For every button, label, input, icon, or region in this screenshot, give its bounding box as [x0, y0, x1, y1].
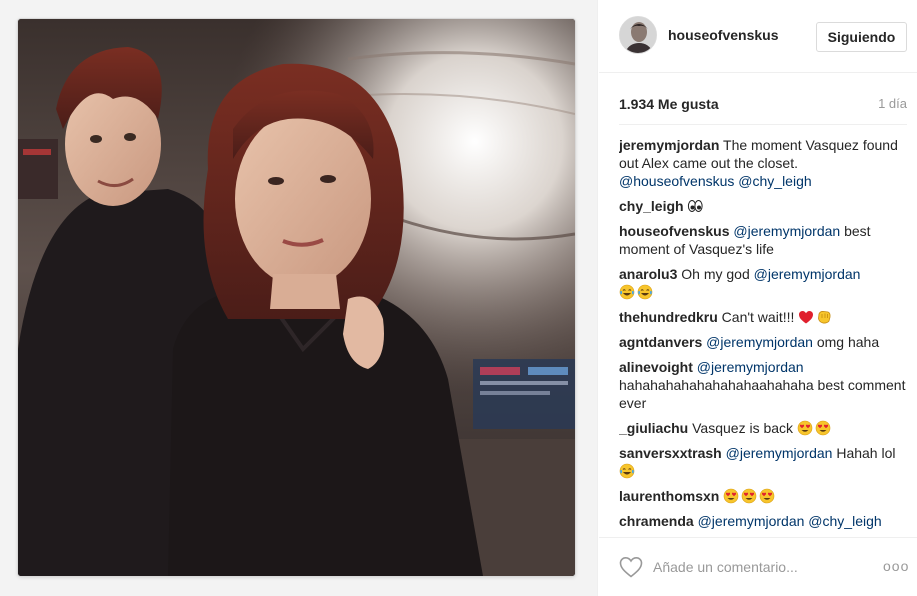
fist-bump-emoji — [818, 311, 831, 324]
comment-author[interactable]: alinevoight — [619, 359, 693, 375]
comment-author[interactable]: _giuliachu — [619, 420, 688, 436]
comment-item: agntdanvers @jeremymjordan omg haha — [619, 333, 907, 351]
comment-item: chramenda @jeremymjordan @chy_leigh — [619, 512, 907, 530]
comment-item: sanversxxtrash @jeremymjordan Hahah lol — [619, 444, 907, 480]
comment-author[interactable]: chramenda — [619, 513, 694, 529]
comment-text: Oh my god — [677, 266, 754, 282]
comment-mention[interactable]: @jeremymjordan — [698, 513, 805, 529]
post-header: houseofvenskus Siguiendo — [599, 0, 917, 73]
comment-author[interactable]: laurenthomsxn — [619, 488, 719, 504]
comment-author[interactable]: sanversxxtrash — [619, 445, 722, 461]
eyes-emoji — [688, 200, 704, 212]
comment-item: _giuliachu Vasquez is back — [619, 419, 907, 437]
comment-item: anarolu3 Oh my god @jeremymjordan — [619, 265, 907, 301]
comment-input[interactable] — [653, 553, 863, 581]
comment-author[interactable]: agntdanvers — [619, 334, 702, 350]
comment-item: thehundredkru Can't wait!!! — [619, 308, 907, 326]
comment-mention[interactable]: @chy_leigh — [738, 173, 811, 189]
instagram-post: houseofvenskus Siguiendo 1.934 Me gusta … — [0, 0, 917, 596]
comments-list: jeremymjordan The moment Vasquez found o… — [619, 136, 907, 532]
likes-count[interactable]: 1.934 Me gusta — [619, 96, 719, 112]
comment-author[interactable]: houseofvenskus — [619, 223, 729, 239]
avatar-image — [620, 17, 656, 53]
tears-of-joy-emoji — [619, 284, 635, 300]
likes-row: 1.934 Me gusta 1 día — [619, 96, 907, 114]
comment-mention[interactable]: @jeremymjordan — [726, 445, 833, 461]
comment-item: houseofvenskus @jeremymjordan best momen… — [619, 222, 907, 258]
post-footer: ooo — [599, 537, 917, 596]
photo-illustration — [18, 19, 575, 576]
comment-text: omg haha — [812, 334, 880, 350]
tears-of-joy-emoji — [637, 284, 653, 300]
comment-item: alinevoight @jeremymjordan hahahahahahah… — [619, 358, 907, 412]
comment-author[interactable]: thehundredkru — [619, 309, 718, 325]
heart-eyes-emoji — [797, 420, 813, 436]
comment-item: laurenthomsxn — [619, 487, 907, 505]
comment-mention[interactable]: @jeremymjordan — [706, 334, 813, 350]
comment-mention[interactable]: @houseofvenskus — [619, 173, 734, 189]
post-author-username[interactable]: houseofvenskus — [668, 27, 778, 43]
photo-panel — [0, 0, 598, 596]
comment-author[interactable]: jeremymjordan — [619, 137, 719, 153]
comment-item: jeremymjordan The moment Vasquez found o… — [619, 136, 907, 190]
comment-text: hahahahahahahahahaahahaha best comment e… — [619, 377, 906, 411]
divider — [619, 124, 907, 125]
post-sidebar: houseofvenskus Siguiendo 1.934 Me gusta … — [599, 0, 917, 596]
comment-item: chy_leigh — [619, 197, 907, 215]
heart-eyes-emoji — [741, 488, 757, 504]
heart-icon[interactable] — [619, 556, 643, 578]
tears-of-joy-emoji — [619, 463, 635, 479]
comment-text: Can't wait!!! — [717, 309, 799, 325]
heart-eyes-emoji — [723, 488, 739, 504]
comment-mention[interactable]: @jeremymjordan — [754, 266, 861, 282]
comment-mention[interactable]: @jeremymjordan — [697, 359, 804, 375]
comment-author[interactable]: anarolu3 — [619, 266, 677, 282]
comment-text: Hahah lol — [832, 445, 896, 461]
following-button[interactable]: Siguiendo — [816, 22, 907, 52]
heart-eyes-emoji — [759, 488, 775, 504]
post-photo[interactable] — [18, 19, 575, 576]
post-timestamp[interactable]: 1 día — [878, 96, 907, 111]
comment-text: Vasquez is back — [688, 420, 797, 436]
red-heart-emoji — [799, 311, 814, 324]
comment-mention[interactable]: @chy_leigh — [808, 513, 881, 529]
more-options-icon[interactable]: ooo — [883, 558, 909, 574]
comment-mention[interactable]: @jeremymjordan — [733, 223, 840, 239]
heart-eyes-emoji — [815, 420, 831, 436]
avatar[interactable] — [619, 16, 657, 54]
comment-author[interactable]: chy_leigh — [619, 198, 684, 214]
